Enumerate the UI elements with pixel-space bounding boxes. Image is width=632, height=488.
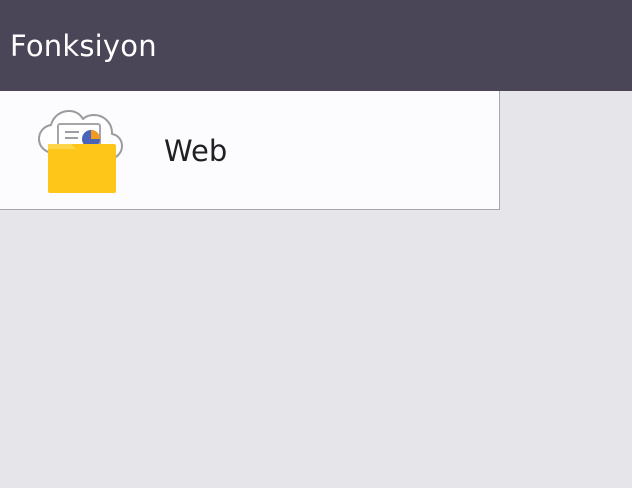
web-menu-item[interactable]: Web [0, 91, 500, 210]
header-bar: Fonksiyon [0, 0, 632, 91]
web-label: Web [164, 134, 228, 168]
web-cloud-folder-icon [38, 110, 123, 193]
page-title: Fonksiyon [10, 29, 157, 63]
function-list: Web [0, 91, 632, 488]
